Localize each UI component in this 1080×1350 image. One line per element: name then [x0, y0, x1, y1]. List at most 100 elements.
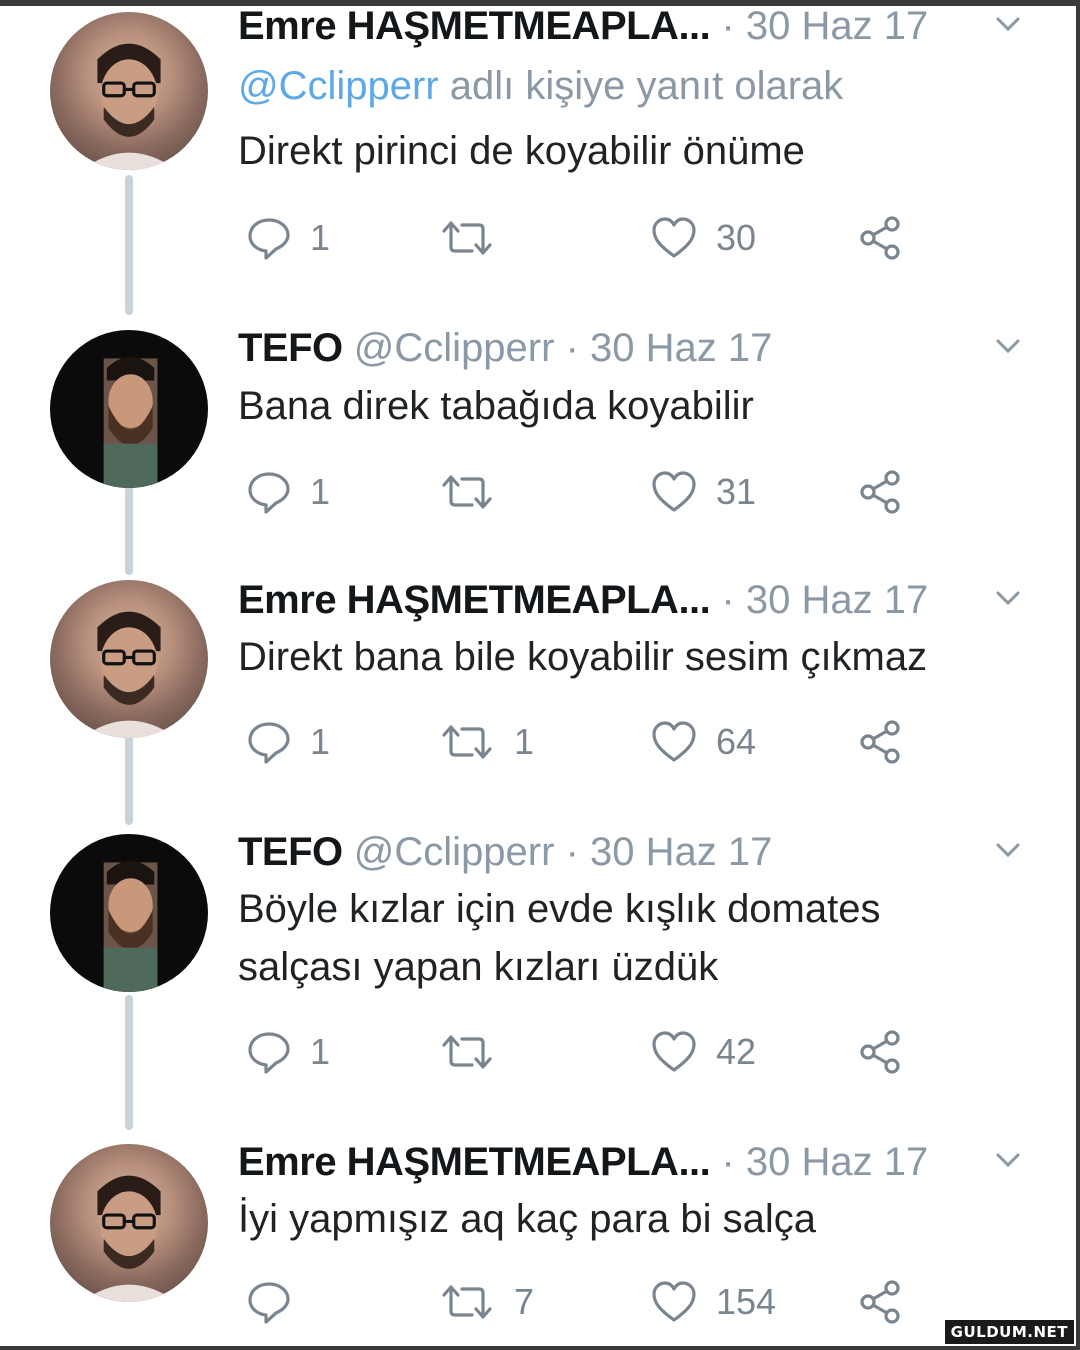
tweet-header: TEFO @Cclipperr · 30 Haz 17 — [238, 828, 772, 876]
tweet-header: Emre HAŞMETMEAPLA... · 30 Haz 17 — [238, 576, 928, 624]
tweet-text-line: İyi yapmışız aq kaç para bi salça — [238, 1197, 817, 1241]
tweet-date[interactable]: 30 Haz 17 — [746, 578, 928, 622]
retweet-icon — [442, 221, 492, 255]
tweet-text-line: Direkt pirinci de koyabilir önüme — [238, 129, 805, 173]
retweet-button[interactable] — [438, 1022, 514, 1082]
tweet-actions: 7 154 — [238, 1272, 998, 1332]
tweet-date[interactable]: 30 Haz 17 — [590, 326, 772, 370]
tweet-text: Direkt pirinci de koyabilir önüme — [238, 122, 805, 180]
mention-link[interactable]: @Cclipperr — [238, 64, 439, 108]
tweet-text-line: Direkt bana bile koyabilir sesim çıkmaz — [238, 635, 928, 679]
reply-icon — [248, 1282, 290, 1324]
author-name[interactable]: Emre HAŞMETMEAPLA... — [238, 578, 711, 622]
reply-button[interactable]: 1 — [246, 462, 330, 522]
avatar[interactable] — [50, 330, 208, 488]
avatar[interactable] — [50, 1144, 208, 1302]
like-icon — [652, 217, 696, 258]
share-icon — [860, 720, 900, 764]
tweet[interactable]: TEFO @Cclipperr · 30 Haz 17 Bana direk t… — [0, 322, 1080, 562]
like-icon — [652, 1281, 696, 1322]
tweet-date[interactable]: 30 Haz 17 — [746, 4, 928, 48]
tweet-header: Emre HAŞMETMEAPLA... · 30 Haz 17 — [238, 2, 928, 50]
reply-button[interactable]: 1 — [246, 1022, 330, 1082]
chevron-down-icon[interactable] — [988, 1142, 1028, 1178]
retweet-button[interactable]: 1 — [438, 712, 534, 772]
tweet-header: Emre HAŞMETMEAPLA... · 30 Haz 17 — [238, 1138, 928, 1186]
tweet-date[interactable]: 30 Haz 17 — [590, 830, 772, 874]
share-button[interactable] — [856, 712, 906, 772]
share-icon — [860, 1280, 900, 1324]
separator: · — [721, 4, 735, 48]
tweet-text: Bana direk tabağıda koyabilir — [238, 377, 754, 435]
author-name[interactable]: Emre HAŞMETMEAPLA... — [238, 1140, 711, 1184]
tweet-text: Direkt bana bile koyabilir sesim çıkmaz — [238, 628, 927, 686]
share-button[interactable] — [856, 462, 906, 522]
tweet-date[interactable]: 30 Haz 17 — [746, 1140, 928, 1184]
tweet[interactable]: Emre HAŞMETMEAPLA... · 30 Haz 17 İyi yap… — [0, 1136, 1080, 1346]
share-icon — [860, 1030, 900, 1074]
separator: · — [565, 326, 579, 370]
chevron-down-icon[interactable] — [988, 328, 1028, 364]
tweet[interactable]: TEFO @Cclipperr · 30 Haz 17 Böyle kızlar… — [0, 826, 1080, 1126]
retweet-button[interactable]: 7 — [438, 1272, 534, 1332]
separator: · — [565, 830, 579, 874]
separator: · — [721, 1140, 735, 1184]
author-name[interactable]: TEFO — [238, 326, 343, 370]
like-count: 154 — [716, 1281, 777, 1322]
like-icon — [652, 721, 696, 762]
like-icon — [652, 1031, 696, 1072]
like-button[interactable]: 64 — [650, 712, 756, 772]
tweet[interactable]: Emre HAŞMETMEAPLA... · 30 Haz 17 @Cclipp… — [0, 0, 1080, 300]
share-button[interactable] — [856, 1272, 906, 1332]
avatar-photo — [81, 43, 177, 170]
retweet-button[interactable] — [438, 462, 514, 522]
retweet-button[interactable] — [438, 208, 514, 268]
like-count: 30 — [716, 217, 757, 258]
tweet-actions: 1 1 64 — [238, 712, 998, 772]
author-name[interactable]: Emre HAŞMETMEAPLA... — [238, 4, 711, 48]
author-handle[interactable]: @Cclipperr — [354, 830, 555, 874]
reply-icon — [248, 218, 290, 260]
tweet-actions: 1 31 — [238, 462, 998, 522]
share-button[interactable] — [856, 208, 906, 268]
avatar-photo — [81, 611, 177, 738]
reply-count: 1 — [310, 1031, 331, 1072]
like-button[interactable]: 154 — [650, 1272, 776, 1332]
share-icon — [860, 470, 900, 514]
retweet-icon — [442, 1035, 492, 1069]
tweet[interactable]: Emre HAŞMETMEAPLA... · 30 Haz 17 Direkt … — [0, 574, 1080, 814]
reply-count: 1 — [310, 471, 331, 512]
share-icon — [860, 216, 900, 260]
like-icon — [652, 471, 696, 512]
like-button[interactable]: 42 — [650, 1022, 756, 1082]
like-count: 64 — [716, 721, 757, 762]
chevron-down-icon[interactable] — [988, 580, 1028, 616]
tweet-actions: 1 30 — [238, 208, 998, 268]
avatar[interactable] — [50, 12, 208, 170]
avatar[interactable] — [50, 580, 208, 738]
tweet-text-line: Böyle kızlar için evde kışlık domates — [238, 887, 881, 931]
avatar[interactable] — [50, 834, 208, 992]
tweet-text-line: Bana direk tabağıda koyabilir — [238, 384, 754, 428]
reply-count: 1 — [310, 217, 331, 258]
reply-count: 1 — [310, 721, 331, 762]
author-handle[interactable]: @Cclipperr — [354, 326, 555, 370]
avatar-photo — [103, 860, 158, 992]
watermark: GULDUM.NET — [944, 1320, 1074, 1344]
reply-button[interactable]: 1 — [246, 208, 330, 268]
like-count: 42 — [716, 1031, 757, 1072]
separator: · — [721, 578, 735, 622]
reply-button[interactable]: 1 — [246, 712, 330, 772]
reply-icon — [248, 722, 290, 764]
reply-icon — [248, 472, 290, 514]
author-name[interactable]: TEFO — [238, 830, 343, 874]
retweet-icon — [442, 725, 492, 759]
tweet-text-line: salçası yapan kızları üzdük — [238, 945, 719, 989]
share-button[interactable] — [856, 1022, 906, 1082]
reply-button[interactable] — [246, 1272, 310, 1332]
chevron-down-icon[interactable] — [988, 832, 1028, 868]
chevron-down-icon[interactable] — [988, 6, 1028, 42]
reply-icon — [248, 1032, 290, 1074]
like-button[interactable]: 31 — [650, 462, 756, 522]
like-button[interactable]: 30 — [650, 208, 756, 268]
